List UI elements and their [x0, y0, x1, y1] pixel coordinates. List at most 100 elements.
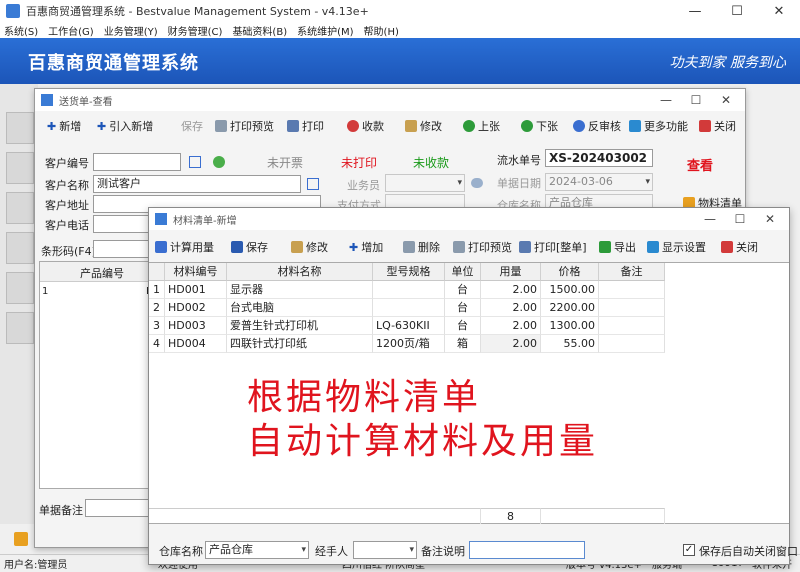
cell-unit[interactable]: 台 — [445, 281, 481, 299]
add-icon[interactable] — [213, 156, 225, 168]
minimize-icon[interactable]: — — [651, 89, 681, 111]
customer-phone-field[interactable] — [93, 215, 153, 233]
nav-tile-3[interactable] — [6, 192, 34, 224]
menu-maintenance[interactable]: 系统维护(M) — [297, 23, 353, 38]
close-icon[interactable]: ✕ — [758, 0, 800, 22]
minimize-icon[interactable]: — — [695, 208, 725, 230]
col-header-name[interactable]: 材料名称 — [227, 263, 373, 281]
cell-code[interactable]: HD001 — [165, 281, 227, 299]
cell-unit[interactable]: 台 — [445, 317, 481, 335]
cell-name[interactable]: 爱普生针式打印机 — [227, 317, 373, 335]
col-header-note[interactable]: 备注 — [599, 263, 665, 281]
print-full-button[interactable]: 打印[整单] — [519, 239, 587, 255]
cell-unit[interactable]: 箱 — [445, 335, 481, 353]
maximize-icon[interactable]: ☐ — [725, 208, 755, 230]
delivery-title-bar: 送货单-查看 — [35, 89, 745, 111]
cell-code[interactable]: HD003 — [165, 317, 227, 335]
banner-title: 百惠商贸通管理系统 — [28, 53, 199, 74]
customer-name-field[interactable]: 测试客户 — [93, 175, 301, 193]
cell-price[interactable]: 55.00 — [541, 335, 599, 353]
date-field[interactable]: 2024-03-06 ▾ — [545, 173, 653, 191]
link-icon[interactable] — [471, 178, 483, 188]
cell-qty[interactable]: 2.00 — [481, 299, 541, 317]
cell-name[interactable]: 显示器 — [227, 281, 373, 299]
more-button[interactable]: 更多功能 — [629, 118, 688, 134]
next-button[interactable]: 下张 — [521, 118, 558, 134]
cell-name[interactable]: 四联针式打印纸 — [227, 335, 373, 353]
prev-button[interactable]: 上张 — [463, 118, 500, 134]
menu-basic-data[interactable]: 基础资料(B) — [232, 23, 287, 38]
chevron-down-icon: ▾ — [409, 545, 414, 555]
col-header-qty[interactable]: 用量 — [481, 263, 541, 281]
col-header-code[interactable]: 材料编号 — [165, 263, 227, 281]
cell-qty[interactable]: 2.00 — [481, 317, 541, 335]
col-header-unit[interactable]: 单位 — [445, 263, 481, 281]
cell-note[interactable] — [599, 317, 665, 335]
col-header-price[interactable]: 价格 — [541, 263, 599, 281]
footer-note-field[interactable] — [469, 541, 585, 559]
footer-handler-select[interactable]: ▾ — [353, 541, 417, 559]
print-preview-button[interactable]: 打印预览 — [215, 118, 274, 134]
maximize-icon[interactable]: ☐ — [716, 0, 758, 22]
cell-unit[interactable]: 台 — [445, 299, 481, 317]
unaudit-button[interactable]: 反审核 — [573, 118, 621, 134]
new-button[interactable]: ✚ 新增 — [47, 118, 81, 134]
cell-price[interactable]: 1300.00 — [541, 317, 599, 335]
cell-price[interactable]: 2200.00 — [541, 299, 599, 317]
remark-field[interactable] — [85, 499, 151, 517]
auto-close-checkbox[interactable]: ✓ — [683, 544, 695, 556]
barcode-field[interactable] — [93, 240, 153, 258]
export-button[interactable]: 导出 — [599, 239, 636, 255]
cell-code[interactable]: HD004 — [165, 335, 227, 353]
maximize-icon[interactable]: ☐ — [681, 89, 711, 111]
close-button[interactable]: 关闭 — [721, 239, 758, 255]
cell-code[interactable]: HD002 — [165, 299, 227, 317]
collect-button[interactable]: 收款 — [347, 118, 384, 134]
cell-note[interactable] — [599, 299, 665, 317]
edit-button[interactable]: 修改 — [405, 118, 442, 134]
col-header-spec[interactable]: 型号规格 — [373, 263, 445, 281]
customer-no-field[interactable] — [93, 153, 181, 171]
cell-spec[interactable]: LQ-630KII — [373, 317, 445, 335]
cell-spec[interactable] — [373, 281, 445, 299]
close-icon[interactable]: ✕ — [755, 208, 785, 230]
cell-note[interactable] — [599, 335, 665, 353]
cell-qty[interactable]: 2.00 — [481, 281, 541, 299]
menu-business[interactable]: 业务管理(Y) — [104, 23, 158, 38]
nav-tile-1[interactable] — [6, 112, 34, 144]
edit-button[interactable]: 修改 — [291, 239, 328, 255]
import-new-button[interactable]: ✚ 引入新增 — [97, 118, 153, 134]
close-button[interactable]: 关闭 — [699, 118, 736, 134]
cell-name[interactable]: 台式电脑 — [227, 299, 373, 317]
menu-system[interactable]: 系统(S) — [4, 23, 38, 38]
menu-workbench[interactable]: 工作台(G) — [48, 23, 94, 38]
cell-qty[interactable]: 2.00 — [481, 335, 541, 353]
menu-finance[interactable]: 财务管理(C) — [168, 23, 223, 38]
nav-tile-2[interactable] — [6, 152, 34, 184]
save-button[interactable]: 保存 — [181, 118, 203, 134]
save-button[interactable]: 保存 — [231, 239, 268, 255]
cell-price[interactable]: 1500.00 — [541, 281, 599, 299]
lookup-icon[interactable] — [307, 178, 319, 190]
nav-tile-6[interactable] — [6, 312, 34, 344]
display-settings-button[interactable]: 显示设置 — [647, 239, 706, 255]
print-button[interactable]: 打印 — [287, 118, 324, 134]
cell-spec[interactable] — [373, 299, 445, 317]
cell-spec[interactable]: 1200页/箱 — [373, 335, 445, 353]
cell-note[interactable] — [599, 281, 665, 299]
delete-button[interactable]: 删除 — [403, 239, 440, 255]
serial-field[interactable]: XS-202403002 — [545, 149, 653, 167]
close-icon[interactable]: ✕ — [711, 89, 741, 111]
nav-tile-5[interactable] — [6, 272, 34, 304]
lookup-icon[interactable] — [189, 156, 201, 168]
add-button[interactable]: ✚ 增加 — [349, 239, 383, 255]
salesman-field[interactable]: ▾ — [385, 174, 465, 192]
footer-warehouse-select[interactable]: 产品仓库 ▾ — [205, 541, 309, 559]
folder-icon[interactable] — [14, 532, 28, 546]
print-preview-button[interactable]: 打印预览 — [453, 239, 512, 255]
nav-tile-4[interactable] — [6, 232, 34, 264]
invoice-status: 未开票 — [267, 156, 304, 170]
menu-help[interactable]: 帮助(H) — [364, 23, 399, 38]
minimize-icon[interactable]: — — [674, 0, 716, 22]
calc-usage-button[interactable]: 计算用量 — [155, 239, 214, 255]
